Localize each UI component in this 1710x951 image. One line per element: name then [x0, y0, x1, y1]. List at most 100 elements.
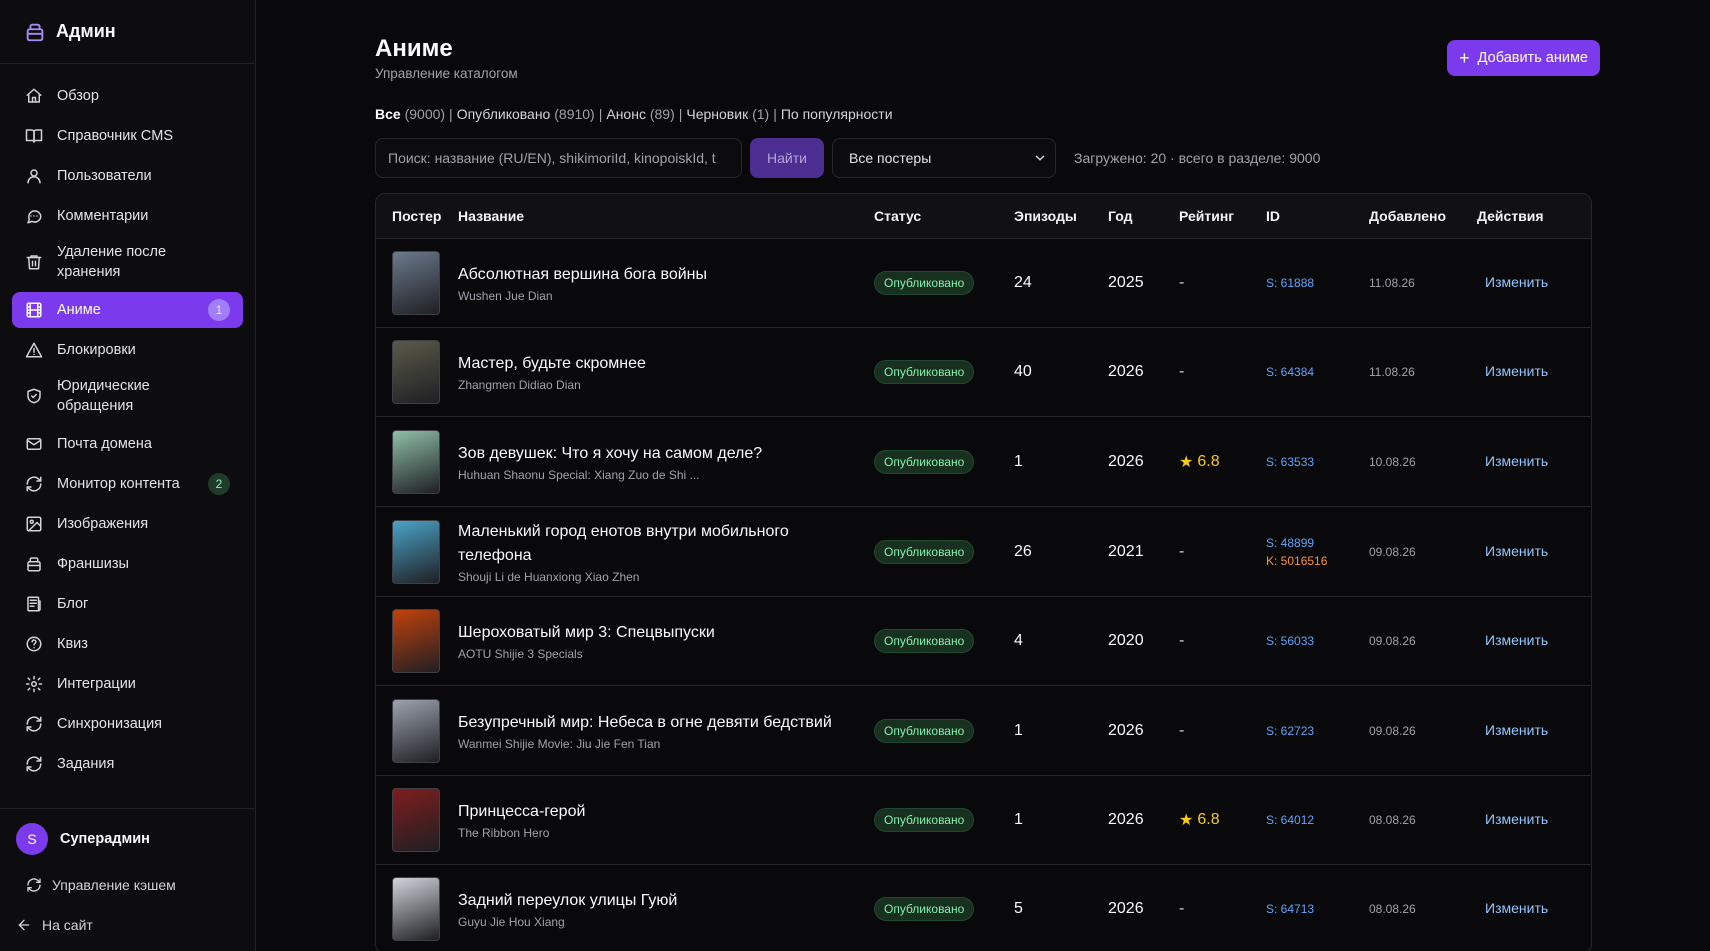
filter-count: (89)	[649, 106, 675, 122]
poster-thumbnail[interactable]	[392, 429, 440, 494]
avatar: S	[16, 823, 48, 855]
sidebar-item-home[interactable]: Обзор	[12, 78, 243, 114]
sidebar-item-label: Квиз	[57, 636, 88, 652]
shikimori-id-link[interactable]: S: 56033	[1266, 632, 1369, 650]
image-icon	[26, 516, 42, 532]
filter-label: Анонс	[606, 106, 646, 122]
trash-icon	[26, 255, 42, 270]
search-input[interactable]	[375, 138, 742, 178]
sidebar-item-users[interactable]: Пользователи	[12, 158, 243, 194]
table-row: Задний переулок улицы Гуюй Guyu Jie Hou X…	[376, 864, 1591, 951]
search-button[interactable]: Найти	[750, 138, 824, 178]
added-date: 09.08.26	[1369, 723, 1416, 738]
poster-thumbnail[interactable]	[392, 877, 440, 941]
poster-thumbnail[interactable]	[392, 609, 440, 673]
sidebar-item-tasks[interactable]: Задания	[12, 746, 243, 782]
episodes: 1	[1014, 721, 1023, 739]
anime-original-title: The Ribbon Hero	[458, 826, 550, 840]
added-date: 08.08.26	[1369, 813, 1416, 827]
anime-original-title: AOTU Shijie 3 Specials	[458, 647, 583, 661]
episodes: 1	[1014, 811, 1023, 828]
year: 2026	[1108, 452, 1144, 470]
site-link[interactable]: На сайт	[16, 909, 243, 941]
shikimori-id-link[interactable]: S: 62723	[1266, 722, 1369, 740]
edit-link[interactable]: Изменить	[1485, 900, 1548, 916]
sidebar-item-gear[interactable]: Интеграции	[12, 666, 243, 702]
loaded-count: Загружено: 20 · всего в разделе: 9000	[1074, 150, 1321, 166]
shikimori-id-link[interactable]: S: 64713	[1266, 900, 1369, 918]
poster-thumbnail[interactable]	[392, 698, 440, 763]
filter-separator: |	[678, 106, 683, 122]
filter-tab[interactable]: Черновик (1)	[686, 106, 769, 122]
sidebar-footer: S Суперадмин Управление кэшем На сайт	[0, 808, 255, 951]
edit-link[interactable]: Изменить	[1485, 543, 1548, 559]
sidebar-item-film[interactable]: Аниме 1	[12, 292, 243, 328]
year: 2026	[1108, 363, 1144, 380]
poster-thumbnail[interactable]	[392, 788, 440, 852]
poster-filter-select[interactable]: Все постеры	[832, 138, 1056, 178]
filter-label: Опубликовано	[456, 106, 551, 122]
main-content: Аниме Управление каталогом + Добавить ан…	[256, 0, 1710, 951]
sidebar-item-image[interactable]: Изображения	[12, 506, 243, 542]
sidebar-item-label: Юридические обращения	[57, 378, 150, 414]
user-profile[interactable]: S Суперадмин	[16, 823, 243, 855]
poster-thumbnail[interactable]	[392, 340, 440, 404]
table-header: Постер Название Статус Эпизоды Год Рейтинг ID Д…	[376, 194, 1591, 238]
poster-thumbnail[interactable]	[392, 251, 440, 315]
sidebar-item-refresh[interactable]: Монитор контента 2	[12, 466, 243, 502]
shikimori-id-link[interactable]: S: 63533	[1266, 453, 1369, 471]
edit-link[interactable]: Изменить	[1485, 363, 1548, 379]
edit-link[interactable]: Изменить	[1485, 632, 1548, 648]
table-row: Маленький город енотов внутри мобильного…	[376, 506, 1591, 596]
refresh-icon	[26, 476, 42, 492]
filter-tab[interactable]: Опубликовано (8910)	[457, 106, 595, 122]
sidebar-item-question[interactable]: Квиз	[12, 626, 243, 662]
star-icon: ★	[1179, 453, 1194, 471]
add-anime-button[interactable]: + Добавить аниме	[1447, 40, 1600, 76]
edit-link[interactable]: Изменить	[1485, 453, 1548, 469]
filter-tab[interactable]: По популярности	[781, 106, 893, 122]
filter-tab[interactable]: Все (9000)	[375, 106, 445, 122]
kinopoisk-id-link[interactable]: K: 5016516	[1266, 552, 1369, 570]
table-row: Шероховатый мир 3: Спецвыпуски AOTU Shiji…	[376, 596, 1591, 685]
cache-link[interactable]: Управление кэшем	[16, 869, 243, 901]
sidebar-item-newspaper[interactable]: Блог	[12, 586, 243, 622]
column-header: Добавлено	[1369, 208, 1447, 224]
year: 2026	[1108, 721, 1144, 739]
count-badge: 2	[208, 473, 230, 495]
shikimori-id-link[interactable]: S: 48899	[1266, 534, 1369, 552]
edit-link[interactable]: Изменить	[1485, 811, 1548, 827]
filter-tab[interactable]: Анонс (89)	[606, 106, 674, 122]
shikimori-id-link[interactable]: S: 61888	[1266, 274, 1369, 292]
sidebar-item-book[interactable]: Справочник CMS	[12, 118, 243, 154]
sidebar-item-alert[interactable]: Блокировки	[12, 332, 243, 368]
home-icon	[26, 88, 42, 103]
sidebar-item-label: Удаление после хранения	[57, 244, 167, 280]
sidebar-item-sync[interactable]: Синхронизация	[12, 706, 243, 742]
column-header: Действия	[1477, 208, 1544, 224]
rating: ★ 6.8	[1179, 810, 1266, 830]
poster-thumbnail[interactable]	[392, 519, 440, 584]
sidebar-item-shield[interactable]: Юридические обращения	[12, 372, 243, 420]
column-header: Рейтинг	[1179, 208, 1235, 224]
column-header: Статус	[874, 208, 922, 224]
sidebar-item-trash[interactable]: Удаление после хранения	[12, 238, 243, 286]
sidebar-item-comment[interactable]: Комментарии	[12, 198, 243, 234]
table-row: Зов девушек: Что я хочу на самом деле? Hu…	[376, 416, 1591, 506]
edit-link[interactable]: Изменить	[1485, 274, 1548, 290]
added-date: 11.08.26	[1369, 276, 1415, 290]
question-icon	[26, 636, 42, 652]
sidebar-item-box[interactable]: Франшизы	[12, 546, 243, 582]
sync-icon	[26, 716, 42, 732]
shikimori-id-link[interactable]: S: 64012	[1266, 811, 1369, 829]
sidebar-item-mail[interactable]: Почта домена	[12, 426, 243, 462]
shikimori-id-link[interactable]: S: 64384	[1266, 363, 1369, 381]
filter-separator: |	[449, 106, 453, 122]
box-icon	[27, 557, 41, 572]
page-subtitle: Управление каталогом	[375, 66, 518, 81]
table-row: Безупречный мир: Небеса в огне девяти бе…	[376, 685, 1591, 775]
edit-link[interactable]: Изменить	[1485, 722, 1548, 738]
star-icon: ★	[1179, 812, 1194, 829]
filter-separator: |	[773, 106, 777, 122]
status-filters: Все (9000) | Опубликовано (8910) | Анонс (89…	[375, 106, 1600, 122]
